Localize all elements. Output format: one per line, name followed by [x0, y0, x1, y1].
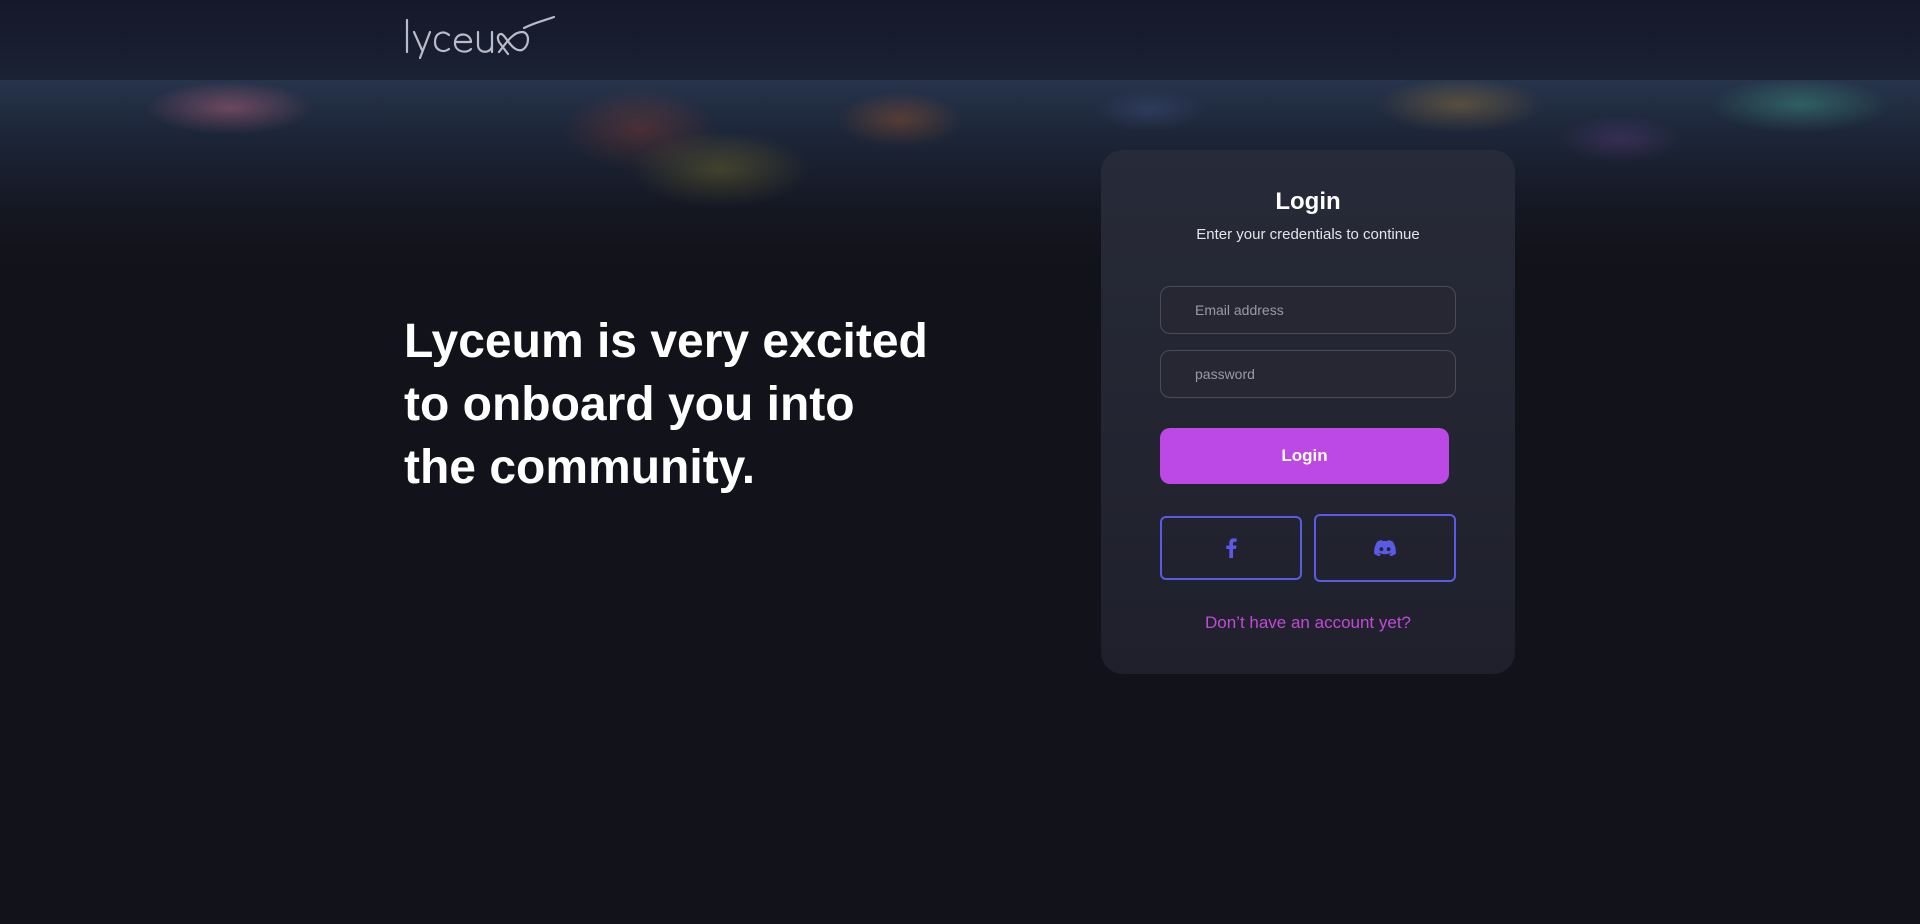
login-card: Login Enter your credentials to continue… [1101, 150, 1515, 674]
login-subtitle: Enter your credentials to continue [1196, 226, 1420, 243]
headline-line-1: Lyceum is very excited [404, 315, 928, 368]
facebook-icon [1226, 538, 1237, 558]
discord-login-button[interactable] [1314, 514, 1456, 582]
login-button[interactable]: Login [1160, 428, 1449, 484]
hero-headline: Lyceum is very excited to onboard you in… [404, 310, 964, 499]
facebook-login-button[interactable] [1160, 516, 1302, 580]
top-navbar [0, 0, 1920, 80]
hero-background-artwork [0, 80, 1920, 280]
headline-line-2: to onboard you into [404, 378, 855, 431]
email-field[interactable] [1160, 286, 1456, 334]
signup-link[interactable]: Don’t have an account yet? [1101, 613, 1515, 633]
lyceum-logo[interactable] [404, 14, 556, 62]
discord-icon [1374, 540, 1396, 556]
headline-line-3: the community. [404, 441, 756, 494]
login-title: Login [1275, 188, 1341, 215]
password-field[interactable] [1160, 350, 1456, 398]
